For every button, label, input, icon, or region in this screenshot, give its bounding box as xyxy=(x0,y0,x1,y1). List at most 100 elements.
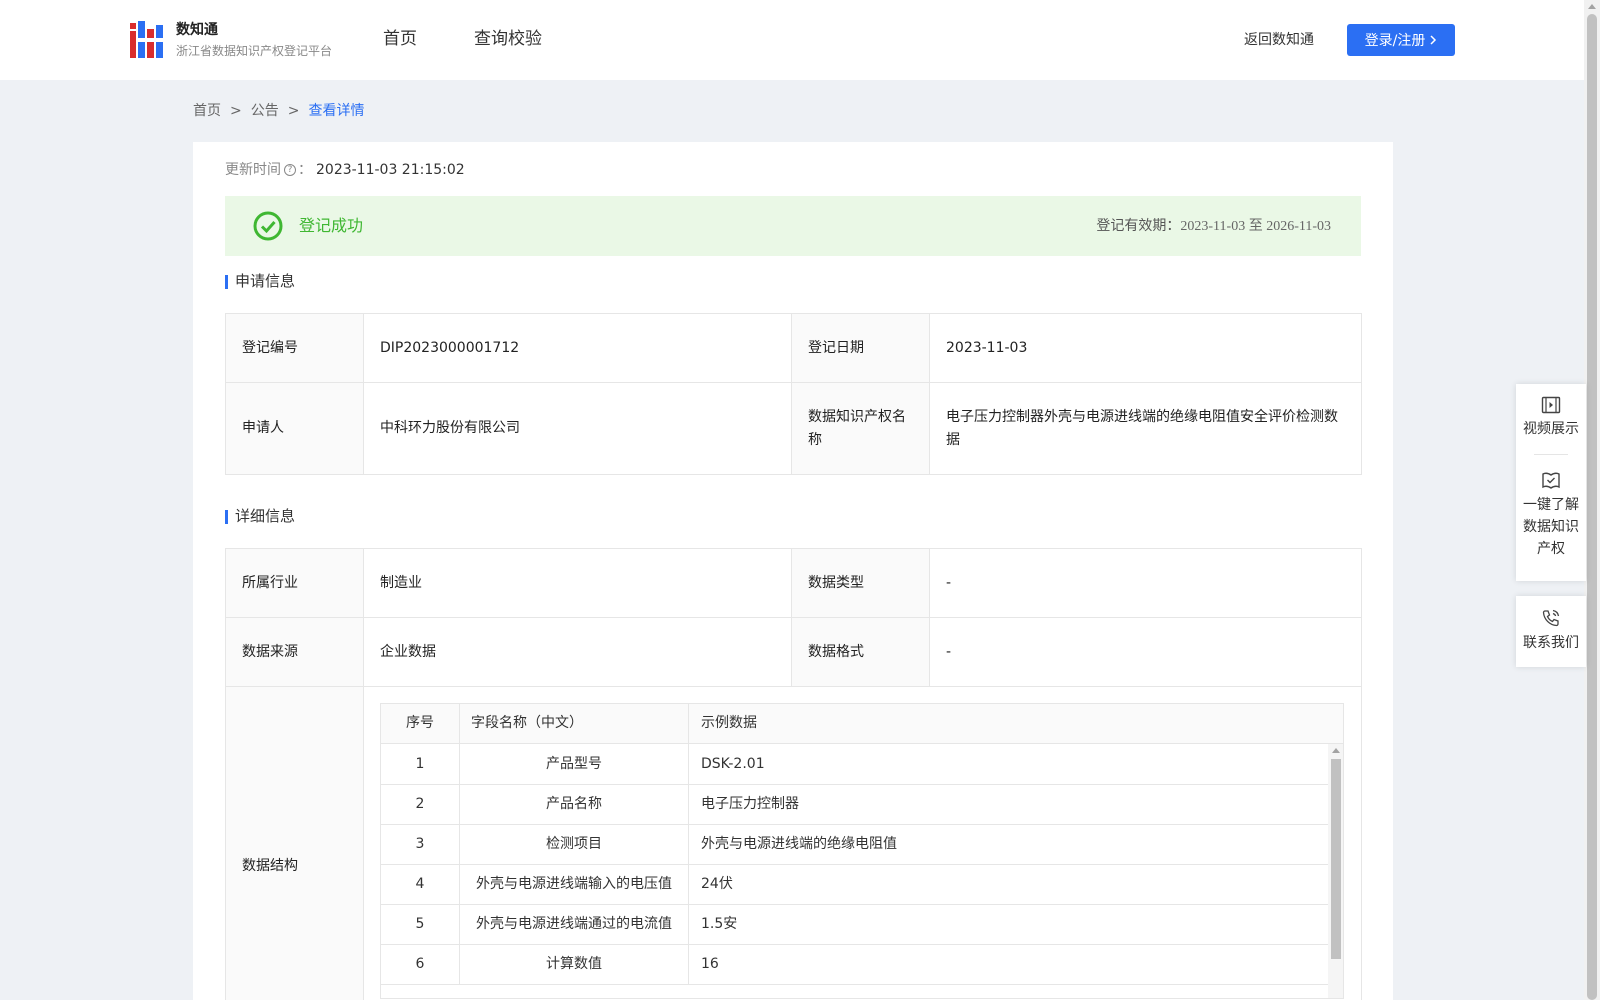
breadcrumb-separator: > xyxy=(230,103,242,119)
application-info-table: 登记编号 DIP2023000001712 登记日期 2023-11-03 申请… xyxy=(225,313,1362,475)
chevron-right-icon xyxy=(1430,35,1437,45)
login-register-label: 登录/注册 xyxy=(1364,33,1426,49)
table-row: 数据结构 序号 字段名称（中文） 示例数据 1 产品型号 DSK-2.01 2 xyxy=(225,686,1362,1000)
row-field-name: 产品名称 xyxy=(460,784,689,824)
industry-value: 制造业 xyxy=(363,548,792,618)
learn-data-ip-button[interactable]: 一键了解 数据知识 产权 xyxy=(1516,470,1586,560)
detail-info-table: 所属行业 制造业 数据类型 - 数据来源 企业数据 数据格式 - 数据结构 序号… xyxy=(225,548,1362,1000)
update-time: 更新时间 ? ： 2023-11-03 21:15:02 xyxy=(225,160,465,180)
field-label: 数据来源 xyxy=(225,617,364,687)
row-field-name: 产品型号 xyxy=(460,744,689,784)
table-row: 2 产品名称 电子压力控制器 xyxy=(381,784,1328,825)
field-label: 登记日期 xyxy=(791,313,930,383)
data-type-value: - xyxy=(929,548,1362,618)
validity-range: 2023-11-03 至 2026-11-03 xyxy=(1180,219,1331,234)
registration-status-bar: 登记成功 登记有效期：2023-11-03 至 2026-11-03 xyxy=(225,196,1361,256)
section-title-detail: 详细信息 xyxy=(225,506,295,526)
row-sample: DSK-2.01 xyxy=(701,755,765,772)
table-row: 申请人 中科环力股份有限公司 数据知识产权名称 电子压力控制器外壳与电源进线端的… xyxy=(225,382,1362,475)
ip-name-value: 电子压力控制器外壳与电源进线端的绝缘电阻值安全评价检测数据 xyxy=(929,382,1362,475)
learn-data-ip-label: 数据知识 xyxy=(1523,519,1579,535)
phone-icon xyxy=(1542,609,1560,627)
table-row: 登记编号 DIP2023000001712 登记日期 2023-11-03 xyxy=(225,313,1362,383)
side-divider xyxy=(1534,454,1568,455)
row-field-name: 检测项目 xyxy=(460,824,689,864)
nav-query-verify[interactable]: 查询校验 xyxy=(474,27,542,51)
column-header-index: 序号 xyxy=(381,704,460,743)
contact-us-button[interactable]: 联系我们 xyxy=(1516,608,1586,654)
field-label: 申请人 xyxy=(225,382,364,475)
registration-number-value: DIP2023000001712 xyxy=(363,313,792,383)
column-header-sample: 示例数据 xyxy=(701,715,757,731)
breadcrumb-separator: > xyxy=(287,103,300,119)
row-sample: 外壳与电源进线端的绝缘电阻值 xyxy=(701,835,897,852)
scroll-up-arrow-icon[interactable] xyxy=(1588,4,1596,9)
field-label: 数据结构 xyxy=(225,686,364,1000)
row-index: 6 xyxy=(381,944,460,984)
table-row: 数据来源 企业数据 数据格式 - xyxy=(225,617,1362,687)
book-icon xyxy=(1542,472,1560,489)
logo-text: 数知通 浙江省数据知识产权登记平台 xyxy=(176,20,332,60)
update-time-label: 更新时间 xyxy=(225,162,281,178)
row-index: 2 xyxy=(381,784,460,824)
row-sample: 电子压力控制器 xyxy=(701,795,799,812)
status-text: 登记成功 xyxy=(299,216,364,235)
row-sample: 1.5安 xyxy=(701,915,738,932)
logo-subtitle: 浙江省数据知识产权登记平台 xyxy=(176,44,333,58)
table-row: 所属行业 制造业 数据类型 - xyxy=(225,548,1362,618)
row-index: 3 xyxy=(381,824,460,864)
section-title-application: 申请信息 xyxy=(225,271,295,291)
breadcrumb-current: 查看详情 xyxy=(308,103,365,119)
field-label: 登记编号 xyxy=(225,313,364,383)
field-label: 数据类型 xyxy=(791,548,930,618)
scroll-up-arrow-icon[interactable] xyxy=(1332,748,1340,753)
breadcrumb: 首页 > 公告 > 查看详情 xyxy=(193,101,364,121)
column-header-field-name: 字段名称（中文） xyxy=(460,704,689,743)
logo-title: 数知通 xyxy=(176,22,218,38)
data-structure-cell: 序号 字段名称（中文） 示例数据 1 产品型号 DSK-2.01 2 产品名称 … xyxy=(363,686,1362,1000)
row-field-name: 外壳与电源进线端通过的电流值 xyxy=(460,904,689,944)
validity-label: 登记有效期： xyxy=(1096,218,1181,234)
login-register-button[interactable]: 登录/注册 xyxy=(1347,24,1455,56)
top-header: 数知通 浙江省数据知识产权登记平台 首页 查询校验 返回数知通 登录/注册 xyxy=(0,0,1584,80)
check-circle-icon xyxy=(253,211,283,241)
data-structure-table: 序号 字段名称（中文） 示例数据 1 产品型号 DSK-2.01 2 产品名称 … xyxy=(380,703,1344,999)
data-format-value: - xyxy=(929,617,1362,687)
row-field-name: 外壳与电源进线端输入的电压值 xyxy=(460,864,689,904)
field-label: 数据知识产权名称 xyxy=(791,382,930,475)
row-sample: 16 xyxy=(701,955,719,972)
video-showcase-button[interactable]: 视频展示 xyxy=(1516,396,1586,440)
data-structure-scrollbar-thumb[interactable] xyxy=(1331,759,1341,959)
table-row: 4 外壳与电源进线端输入的电压值 24伏 xyxy=(381,864,1328,905)
update-time-value: 2023-11-03 21:15:02 xyxy=(316,162,465,178)
page-scrollbar-thumb[interactable] xyxy=(1587,14,1597,1000)
video-icon xyxy=(1541,396,1561,414)
row-index: 5 xyxy=(381,904,460,944)
side-panel-top: 视频展示 一键了解 数据知识 产权 xyxy=(1516,384,1586,581)
field-label: 数据格式 xyxy=(791,617,930,687)
detail-card: 更新时间 ? ： 2023-11-03 21:15:02 登记成功 登记有效期：… xyxy=(193,142,1393,1000)
row-index: 1 xyxy=(381,744,460,784)
data-source-value: 企业数据 xyxy=(363,617,792,687)
back-to-shuzhitong-link[interactable]: 返回数知通 xyxy=(1244,30,1314,50)
table-row: 1 产品型号 DSK-2.01 xyxy=(381,744,1328,785)
update-time-colon: ： xyxy=(298,162,312,178)
question-circle-icon[interactable]: ? xyxy=(284,164,296,176)
side-panel-contact: 联系我们 xyxy=(1516,596,1586,667)
contact-us-label: 联系我们 xyxy=(1523,635,1579,651)
platform-logo[interactable] xyxy=(130,21,166,58)
table-row: 6 计算数值 16 xyxy=(381,944,1328,985)
breadcrumb-home[interactable]: 首页 xyxy=(193,101,221,121)
learn-data-ip-label: 一键了解 xyxy=(1523,497,1579,513)
registration-date-value: 2023-11-03 xyxy=(929,313,1362,383)
row-index: 4 xyxy=(381,864,460,904)
nav-home[interactable]: 首页 xyxy=(383,27,417,51)
video-showcase-label: 视频展示 xyxy=(1523,421,1579,437)
validity-period: 登记有效期：2023-11-03 至 2026-11-03 xyxy=(1096,216,1331,237)
breadcrumb-announcement[interactable]: 公告 xyxy=(251,101,279,121)
data-structure-scrollbar[interactable] xyxy=(1328,744,1343,998)
page-scrollbar[interactable] xyxy=(1584,0,1600,1000)
row-field-name: 计算数值 xyxy=(460,944,689,984)
learn-data-ip-label: 产权 xyxy=(1537,541,1565,557)
row-sample: 24伏 xyxy=(701,875,733,892)
